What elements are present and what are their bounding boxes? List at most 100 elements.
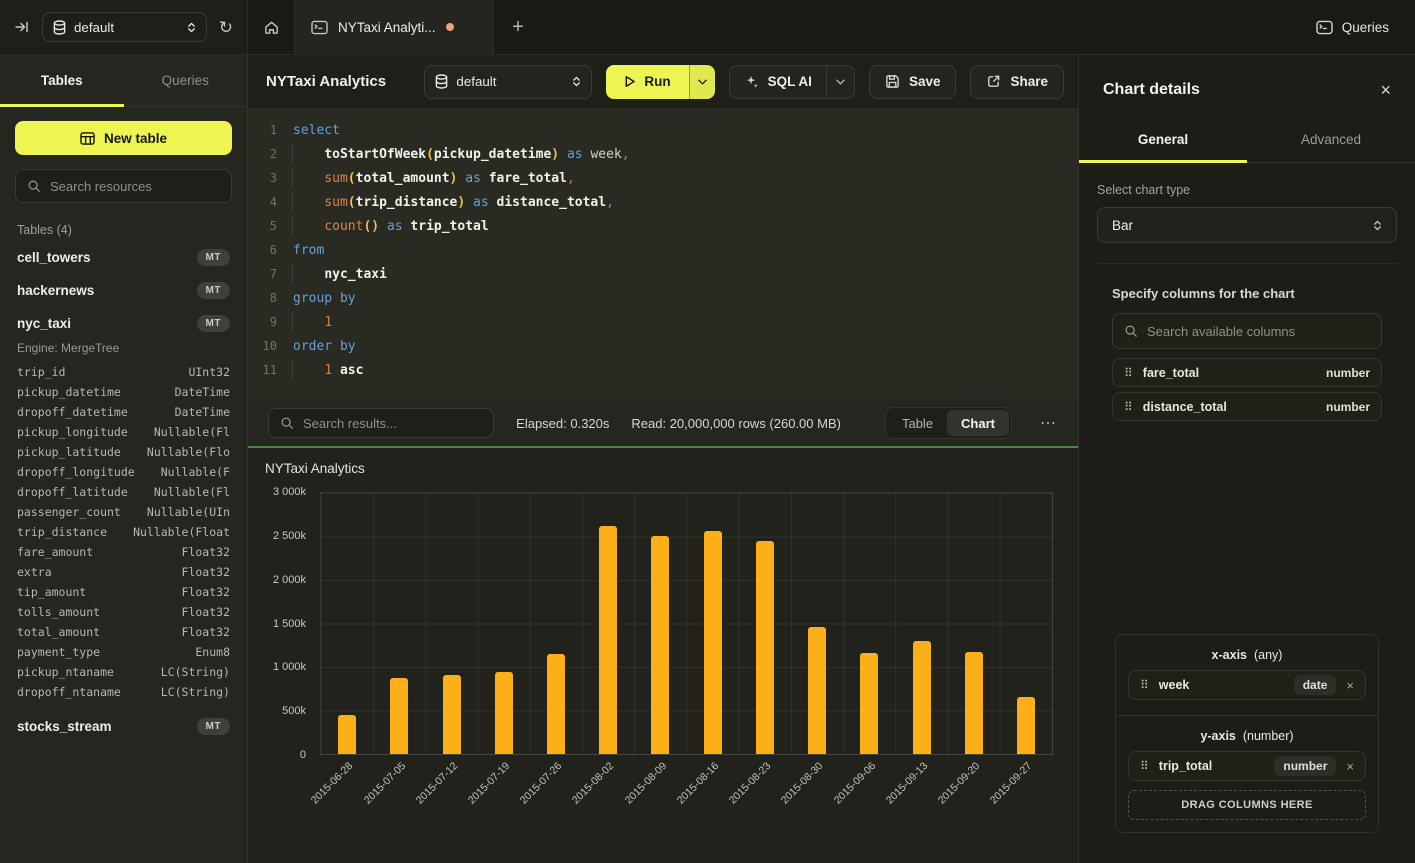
- home-button[interactable]: [248, 0, 294, 54]
- table-name: stocks_stream: [17, 719, 112, 734]
- column-type: UInt32: [188, 365, 230, 379]
- column-row: trip_idUInt32: [17, 362, 230, 382]
- view-toggle-table[interactable]: Table: [888, 410, 947, 436]
- bar[interactable]: [495, 672, 513, 754]
- database-selector[interactable]: default: [42, 12, 207, 42]
- new-table-button[interactable]: New table: [15, 121, 232, 155]
- queries-button[interactable]: Queries: [1316, 20, 1389, 35]
- column-row: fare_amountFloat32: [17, 542, 230, 562]
- drag-handle-icon[interactable]: ⠿: [1124, 367, 1133, 379]
- bar[interactable]: [913, 641, 931, 754]
- code-line: 1select: [248, 118, 1078, 142]
- x-axis-column-week[interactable]: ⠿ week date ×: [1128, 670, 1366, 700]
- tab-advanced[interactable]: Advanced: [1247, 117, 1415, 162]
- x-tick-label: 2015-08-16: [675, 760, 721, 806]
- bar[interactable]: [965, 652, 983, 754]
- sql-ai-main[interactable]: SQL AI: [730, 66, 826, 98]
- bar[interactable]: [860, 653, 878, 754]
- code-line-text: order by: [292, 339, 356, 354]
- bar[interactable]: [338, 715, 356, 754]
- sidebar-tabs: Tables Queries: [0, 55, 247, 107]
- query-database-selector[interactable]: default: [424, 65, 592, 99]
- available-column-fare-total[interactable]: ⠿ fare_total number: [1112, 358, 1382, 387]
- sql-ai-caret[interactable]: [826, 66, 854, 98]
- engine-detail: Engine: MergeTree: [17, 341, 230, 355]
- bar-slot: 2015-07-26: [530, 493, 582, 754]
- column-chip-name: trip_total: [1159, 759, 1265, 773]
- close-panel-button[interactable]: ×: [1380, 81, 1391, 99]
- save-button[interactable]: Save: [869, 65, 957, 99]
- tab-general[interactable]: General: [1079, 117, 1247, 162]
- bar[interactable]: [1017, 697, 1035, 754]
- x-tick-label: 2015-07-12: [414, 760, 460, 806]
- drag-columns-drop-zone[interactable]: DRAG COLUMNS HERE: [1128, 790, 1366, 820]
- search-icon: [1124, 324, 1138, 338]
- more-options-button[interactable]: ⋯: [1034, 413, 1062, 433]
- database-selector-value: default: [74, 20, 179, 35]
- results-search-input[interactable]: Search results...: [268, 408, 494, 438]
- column-type: Float32: [182, 545, 230, 559]
- line-number: 4: [248, 195, 292, 209]
- new-tab-button[interactable]: +: [494, 0, 542, 54]
- bar[interactable]: [599, 526, 617, 754]
- sidebar-search-input[interactable]: Search resources: [15, 169, 232, 203]
- x-tick-label: 2015-09-06: [831, 760, 877, 806]
- run-options-caret[interactable]: [689, 65, 715, 99]
- bar-slot: 2015-06-28: [321, 493, 373, 754]
- chart-type-select[interactable]: Bar: [1097, 207, 1397, 243]
- engine-badge: MT: [197, 718, 230, 735]
- table-row-stocks-stream[interactable]: stocks_stream MT: [15, 710, 232, 743]
- share-button[interactable]: Share: [970, 65, 1064, 99]
- column-type: Float32: [182, 605, 230, 619]
- bar[interactable]: [547, 654, 565, 754]
- columns-group: Specify columns for the chart Search ava…: [1112, 286, 1382, 421]
- drag-handle-icon[interactable]: ⠿: [1140, 760, 1149, 772]
- line-number: 6: [248, 243, 292, 257]
- bar-slot: 2015-09-13: [895, 493, 947, 754]
- sql-ai-button[interactable]: SQL AI: [729, 65, 855, 99]
- x-axis-header: x-axis (any): [1128, 648, 1366, 662]
- available-column-distance-total[interactable]: ⠿ distance_total number: [1112, 392, 1382, 421]
- column-row: pickup_datetimeDateTime: [17, 382, 230, 402]
- y-axis-label: y-axis: [1200, 729, 1235, 743]
- bar[interactable]: [390, 678, 408, 754]
- y-tick-label: 2 000k: [273, 574, 306, 586]
- drag-handle-icon[interactable]: ⠿: [1124, 401, 1133, 413]
- x-tick-label: 2015-08-02: [570, 760, 616, 806]
- bar[interactable]: [704, 531, 722, 754]
- bar[interactable]: [808, 627, 826, 754]
- sql-editor[interactable]: 1select2 toStartOfWeek(pickup_datetime) …: [248, 108, 1078, 400]
- columns-search-input[interactable]: Search available columns: [1112, 313, 1382, 349]
- table-row-nyc-taxi[interactable]: nyc_taxi MT: [15, 307, 232, 340]
- sidebar-tab-tables[interactable]: Tables: [0, 55, 124, 106]
- refresh-button[interactable]: ↻: [219, 19, 233, 36]
- column-type: Nullable(F: [161, 465, 230, 479]
- x-tick-label: 2015-08-30: [779, 760, 825, 806]
- column-row: tip_amountFloat32: [17, 582, 230, 602]
- share-icon: [986, 74, 1001, 89]
- sidebar-body: New table Search resources Tables (4) ce…: [0, 107, 247, 863]
- remove-column-button[interactable]: ×: [1346, 760, 1354, 773]
- column-row: pickup_ntanameLC(String): [17, 662, 230, 682]
- remove-column-button[interactable]: ×: [1346, 679, 1354, 692]
- drag-handle-icon[interactable]: ⠿: [1140, 679, 1149, 691]
- bar[interactable]: [443, 675, 461, 754]
- bar-slot: 2015-08-16: [687, 493, 739, 754]
- table-row-hackernews[interactable]: hackernews MT: [15, 274, 232, 307]
- view-toggle-chart[interactable]: Chart: [947, 410, 1009, 436]
- engine-badge: MT: [197, 315, 230, 332]
- view-toggle: Table Chart: [885, 407, 1012, 439]
- table-name: hackernews: [17, 283, 94, 298]
- bar[interactable]: [756, 541, 774, 754]
- run-button-main[interactable]: Run: [606, 65, 688, 99]
- query-tab[interactable]: NYTaxi Analyti...: [294, 0, 494, 54]
- column-name: pickup_datetime: [17, 385, 121, 399]
- run-button[interactable]: Run: [606, 65, 714, 99]
- collapse-sidebar-button[interactable]: [14, 19, 30, 35]
- elapsed-time: Elapsed: 0.320s: [516, 416, 609, 431]
- code-line: 7 nyc_taxi: [248, 262, 1078, 286]
- y-axis-column-trip-total[interactable]: ⠿ trip_total number ×: [1128, 751, 1366, 781]
- sidebar-tab-queries[interactable]: Queries: [124, 55, 248, 106]
- bar[interactable]: [651, 536, 669, 754]
- table-row-cell-towers[interactable]: cell_towers MT: [15, 241, 232, 274]
